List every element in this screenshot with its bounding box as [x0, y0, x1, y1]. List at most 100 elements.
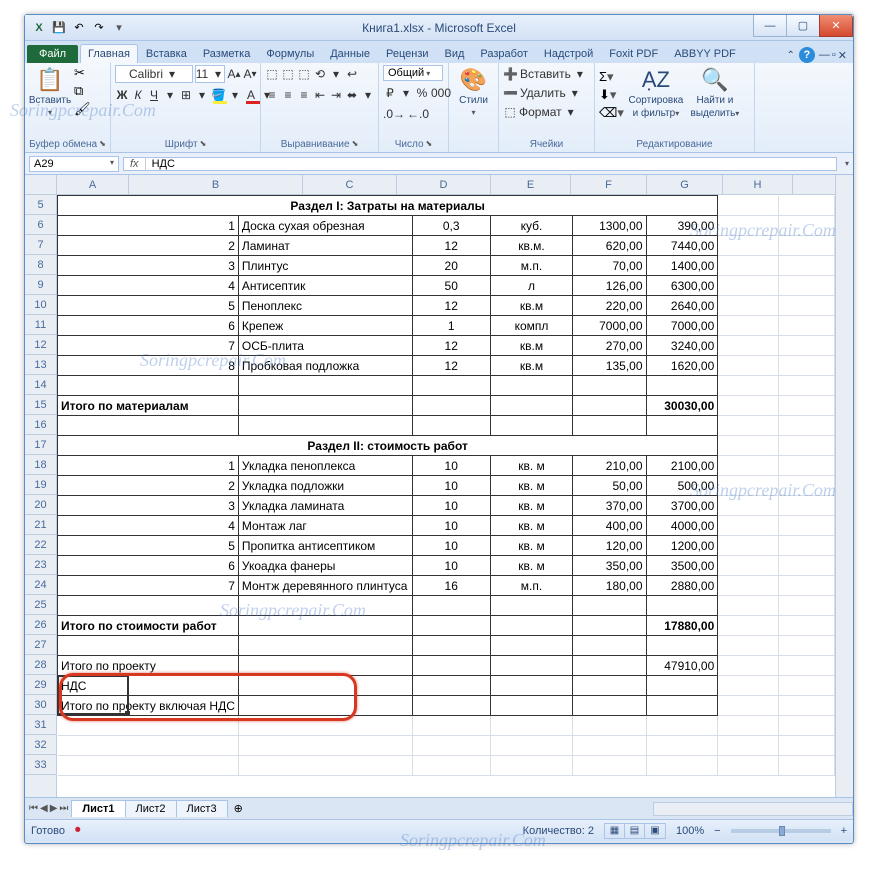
grow-font-icon[interactable]: A▴	[227, 65, 241, 83]
zoom-slider[interactable]	[731, 829, 831, 833]
cell[interactable]	[573, 656, 646, 676]
last-sheet-icon[interactable]: ⏭	[59, 803, 68, 814]
cell[interactable]: Плинтус	[238, 256, 412, 276]
cell[interactable]: кв.м.	[490, 236, 572, 256]
cell[interactable]: Итого по проекту	[58, 656, 239, 676]
cell[interactable]: 47910,00	[646, 656, 718, 676]
tab-developer[interactable]: Разработ	[472, 44, 535, 63]
copy-icon[interactable]: ⧉	[74, 83, 91, 99]
cell[interactable]: 6300,00	[646, 276, 718, 296]
page-layout-view-icon[interactable]: ▤	[625, 824, 645, 838]
align-middle-icon[interactable]: ⬚	[281, 65, 295, 83]
row-header[interactable]: 32	[25, 735, 56, 755]
cell[interactable]	[573, 756, 646, 776]
cell[interactable]: куб.	[490, 216, 572, 236]
col-header-C[interactable]: C	[303, 175, 397, 195]
autosum-icon[interactable]: Σ▾	[599, 69, 624, 85]
percent-icon[interactable]: %	[415, 84, 429, 102]
sheet-tab[interactable]: Лист2	[125, 800, 177, 817]
cell[interactable]: Пропитка антисептиком	[238, 536, 412, 556]
section-header[interactable]: Раздел II: стоимость работ	[58, 436, 718, 456]
help-icon[interactable]: ?	[799, 47, 815, 63]
section-header[interactable]: Раздел I: Затраты на материалы	[58, 196, 718, 216]
cell[interactable]: 500,00	[646, 476, 718, 496]
fill-color-icon[interactable]: 🪣	[211, 86, 226, 104]
cell[interactable]: 3	[58, 256, 239, 276]
maximize-button[interactable]: ▢	[786, 15, 820, 37]
cell[interactable]: Укоадка фанеры	[238, 556, 412, 576]
cell[interactable]: 4	[58, 516, 239, 536]
cell[interactable]	[412, 696, 490, 716]
cell[interactable]: 1	[412, 316, 490, 336]
row-header[interactable]: 14	[25, 375, 56, 395]
cell[interactable]	[490, 596, 572, 616]
font-size-select[interactable]: 11▾	[195, 65, 225, 83]
cell[interactable]	[718, 756, 779, 776]
cell[interactable]	[412, 596, 490, 616]
cell[interactable]: 2640,00	[646, 296, 718, 316]
cell[interactable]: 7000,00	[573, 316, 646, 336]
cell[interactable]	[490, 416, 572, 436]
underline-icon[interactable]: Ч	[147, 86, 161, 104]
italic-icon[interactable]: К	[131, 86, 145, 104]
currency-icon[interactable]: ₽	[383, 84, 397, 102]
normal-view-icon[interactable]: ▦	[605, 824, 625, 838]
cell[interactable]: 50	[412, 276, 490, 296]
cell[interactable]: Укладка подложки	[238, 476, 412, 496]
row-header[interactable]: 21	[25, 515, 56, 535]
doc-minimize-icon[interactable]: —	[819, 49, 830, 61]
prev-sheet-icon[interactable]: ◀	[40, 803, 48, 814]
cell[interactable]	[412, 416, 490, 436]
cell[interactable]: 220,00	[573, 296, 646, 316]
decrease-indent-icon[interactable]: ⇤	[313, 86, 327, 104]
cell[interactable]: 210,00	[573, 456, 646, 476]
cell[interactable]	[490, 636, 572, 656]
cell[interactable]: 3500,00	[646, 556, 718, 576]
cell[interactable]	[412, 636, 490, 656]
row-header[interactable]: 5	[25, 195, 56, 215]
cell[interactable]	[718, 716, 779, 736]
column-headers[interactable]: ABCDEFGH	[57, 175, 835, 195]
horizontal-scrollbar[interactable]	[653, 802, 853, 816]
cell[interactable]	[573, 716, 646, 736]
cell[interactable]: 0,3	[412, 216, 490, 236]
row-header[interactable]: 22	[25, 535, 56, 555]
row-header[interactable]: 28	[25, 655, 56, 675]
tab-insert[interactable]: Вставка	[138, 44, 195, 63]
row-header[interactable]: 18	[25, 455, 56, 475]
cell[interactable]	[490, 756, 572, 776]
cell[interactable]: 20	[412, 256, 490, 276]
cell[interactable]: Крепеж	[238, 316, 412, 336]
cell[interactable]	[238, 736, 412, 756]
qat-dropdown-icon[interactable]: ▾	[111, 20, 127, 36]
cell[interactable]: Антисептик	[238, 276, 412, 296]
close-button[interactable]: ✕	[819, 15, 853, 37]
cell[interactable]	[646, 716, 718, 736]
align-left-icon[interactable]: ≡	[265, 86, 279, 104]
styles-button[interactable]: 🎨 Стили▾	[453, 65, 494, 119]
cell[interactable]	[573, 396, 646, 416]
find-select-button[interactable]: 🔍 Найти и выделить▾	[688, 65, 742, 121]
row-header[interactable]: 25	[25, 595, 56, 615]
cell[interactable]	[490, 616, 572, 636]
cell[interactable]	[573, 696, 646, 716]
cell[interactable]	[238, 676, 412, 696]
cell[interactable]	[490, 736, 572, 756]
cell[interactable]: 270,00	[573, 336, 646, 356]
cell[interactable]	[490, 656, 572, 676]
number-format-select[interactable]: Общий▾	[383, 65, 443, 81]
cell[interactable]: 10	[412, 516, 490, 536]
col-header-E[interactable]: E	[491, 175, 571, 195]
cell[interactable]	[58, 596, 239, 616]
cell[interactable]	[58, 416, 239, 436]
cell[interactable]	[58, 716, 239, 736]
cell[interactable]: 10	[412, 476, 490, 496]
cell[interactable]	[573, 636, 646, 656]
cell[interactable]	[58, 756, 239, 776]
cell[interactable]: кв.м	[490, 296, 572, 316]
row-header[interactable]: 30	[25, 695, 56, 715]
increase-decimal-icon[interactable]: .0→	[383, 105, 405, 123]
orientation-icon[interactable]: ⟲	[313, 65, 327, 83]
cell[interactable]: 4000,00	[646, 516, 718, 536]
cell[interactable]	[238, 376, 412, 396]
